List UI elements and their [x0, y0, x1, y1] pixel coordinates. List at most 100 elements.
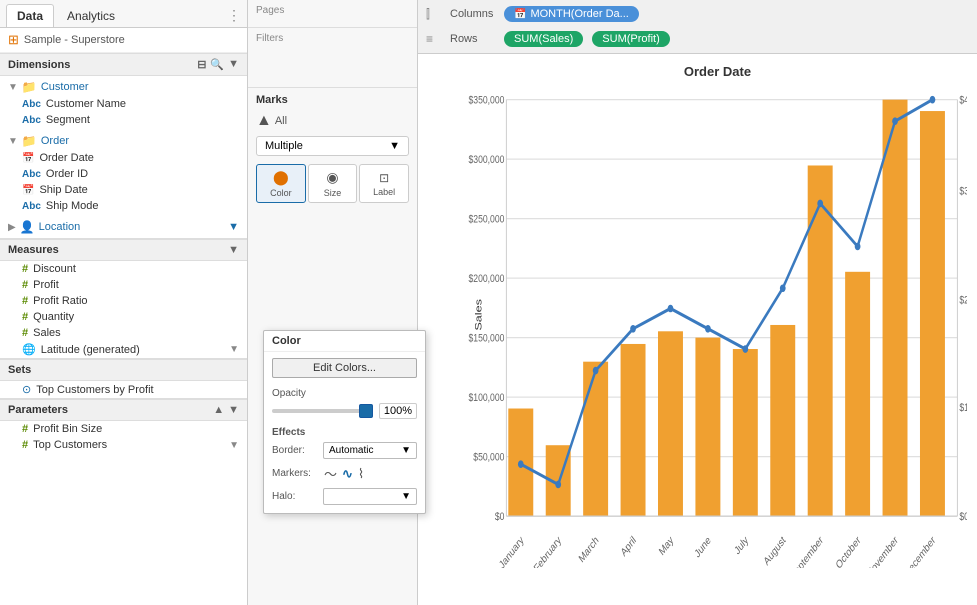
measures-section: Measures ▼ # Discount # Profit # Profit … — [0, 238, 247, 358]
field-customer-name[interactable]: Abc Customer Name — [0, 96, 247, 112]
color-label: Color — [270, 188, 292, 198]
bar-sep — [808, 165, 833, 516]
svg-text:December: December — [903, 534, 938, 568]
folder-icon: 👤 — [20, 220, 35, 234]
field-label: Profit Bin Size — [33, 423, 102, 435]
marks-dropdown[interactable]: Multiple ▼ — [256, 136, 409, 156]
chevron-right-icon: ▶ — [8, 222, 16, 233]
field-ship-date[interactable]: 📅 Ship Date — [0, 182, 247, 198]
left-panel: Data Analytics ⋮ ⊞ Sample - Superstore D… — [0, 0, 248, 605]
scroll-down-icon2: ▼ — [229, 440, 239, 451]
dimensions-list-icon[interactable]: ⊟ — [197, 58, 206, 71]
edit-colors-button[interactable]: Edit Colors... — [272, 358, 417, 378]
dimensions-header: Dimensions ⊟ 🔍 ▼ — [0, 53, 247, 76]
columns-pill[interactable]: 📅 MONTH(Order Da... — [504, 6, 639, 22]
marker-line-icon[interactable]: 〜 — [323, 463, 338, 484]
abc-icon: Abc — [22, 169, 41, 180]
rows-pill-profit[interactable]: SUM(Profit) — [592, 31, 669, 47]
halo-dropdown[interactable]: ▼ — [323, 488, 417, 505]
filters-label: Filters — [256, 33, 409, 44]
scroll-arrow-icon: ▼ — [228, 221, 239, 233]
chart-title: Order Date — [468, 64, 967, 79]
border-dropdown[interactable]: Automatic ▼ — [323, 442, 417, 459]
field-order-id[interactable]: Abc Order ID — [0, 166, 247, 182]
bar-jun — [695, 338, 720, 516]
slider-thumb[interactable] — [359, 404, 373, 418]
set-icon: ⊙ — [22, 383, 31, 396]
field-profit-bin-size[interactable]: # Profit Bin Size — [0, 421, 247, 437]
order-group-header[interactable]: ▼ 📁 Order — [0, 132, 247, 150]
datasource-icon: ⊞ — [8, 32, 19, 48]
rows-pill-sales-label: SUM(Sales) — [514, 33, 573, 45]
halo-dropdown-arrow: ▼ — [401, 491, 411, 502]
columns-label: Columns — [450, 8, 498, 20]
globe-icon: 🌐 — [22, 343, 36, 356]
field-label: Ship Mode — [46, 200, 99, 212]
marker-jump-icon[interactable]: ⌇ — [357, 465, 365, 483]
dropdown-arrow-icon: ▼ — [389, 140, 400, 152]
line-dot-jun — [705, 325, 711, 333]
field-quantity[interactable]: # Quantity — [0, 309, 247, 325]
label-button[interactable]: ⊡ Label — [359, 164, 409, 203]
field-order-date[interactable]: 📅 Order Date — [0, 150, 247, 166]
line-dot-aug — [780, 284, 786, 292]
svg-text:$100,000: $100,000 — [468, 392, 504, 404]
location-group-header[interactable]: ▶ 👤 Location ▼ — [0, 218, 247, 236]
opacity-slider[interactable] — [272, 409, 373, 413]
field-latitude[interactable]: 🌐 Latitude (generated) ▼ — [0, 341, 247, 358]
params-scroll-down-icon[interactable]: ▼ — [228, 404, 239, 416]
line-dot-mar — [593, 367, 599, 375]
size-icon: ◉ — [326, 169, 338, 186]
dimensions-scroll-icon[interactable]: ▼ — [228, 58, 239, 71]
marks-label: Marks — [256, 94, 288, 106]
marks-dropdown-value: Multiple — [265, 140, 303, 152]
marks-buttons: ⬤ Color ◉ Size ⊡ Label — [256, 164, 409, 203]
halo-label: Halo: — [272, 491, 317, 502]
size-button[interactable]: ◉ Size — [308, 164, 358, 203]
label-label: Label — [373, 187, 395, 197]
field-profit[interactable]: # Profit — [0, 277, 247, 293]
measures-scroll-icon[interactable]: ▼ — [228, 244, 239, 256]
measures-label: Measures — [8, 244, 59, 256]
params-scroll-up-icon[interactable]: ▲ — [213, 404, 224, 416]
halo-row: Halo: ▼ — [272, 488, 417, 505]
marker-step-icon[interactable]: ∿ — [341, 465, 354, 483]
field-segment[interactable]: Abc Segment — [0, 112, 247, 128]
field-sales[interactable]: # Sales — [0, 325, 247, 341]
bar-aug — [770, 325, 795, 516]
marks-subtitle: ▲ All — [256, 112, 409, 130]
panel-options-icon[interactable]: ⋮ — [227, 7, 241, 24]
rows-shelf: ≡ Rows SUM(Sales) SUM(Profit) — [426, 28, 969, 50]
rows-pill-sales[interactable]: SUM(Sales) — [504, 31, 583, 47]
field-label: Top Customers — [33, 439, 107, 451]
hash-icon: # — [22, 311, 28, 323]
bar-mar — [583, 362, 608, 516]
dimensions-search-icon[interactable]: 🔍 — [210, 58, 224, 71]
calendar-icon: 📅 — [22, 185, 34, 196]
color-button[interactable]: ⬤ Color — [256, 164, 306, 203]
edit-colors-label: Edit Colors... — [313, 362, 376, 374]
opacity-label: Opacity — [272, 388, 417, 399]
svg-text:Sales: Sales — [474, 299, 484, 331]
rows-icon: ≡ — [426, 32, 444, 46]
tab-analytics[interactable]: Analytics — [56, 4, 126, 27]
field-discount[interactable]: # Discount — [0, 261, 247, 277]
folder-icon: 📁 — [22, 134, 37, 148]
border-value: Automatic — [329, 445, 373, 456]
field-label: Customer Name — [46, 98, 126, 110]
bar-jul — [733, 349, 758, 516]
svg-text:$250,000: $250,000 — [468, 213, 504, 225]
field-profit-ratio[interactable]: # Profit Ratio — [0, 293, 247, 309]
field-top-customers-param[interactable]: # Top Customers ▼ — [0, 437, 247, 453]
field-label: Order Date — [39, 152, 93, 164]
field-ship-mode[interactable]: Abc Ship Mode — [0, 198, 247, 214]
chart-area: Order Date $0 $50,000 $100,000 $1 — [418, 54, 977, 605]
tab-data[interactable]: Data — [6, 4, 54, 27]
datasource-row: ⊞ Sample - Superstore — [0, 28, 247, 53]
size-label: Size — [324, 188, 342, 198]
customer-group-header[interactable]: ▼ 📁 Customer — [0, 78, 247, 96]
folder-icon: 📁 — [22, 80, 37, 94]
svg-text:$20,000: $20,000 — [959, 294, 967, 306]
field-top-customers[interactable]: ⊙ Top Customers by Profit — [0, 381, 247, 398]
field-label: Latitude (generated) — [41, 344, 140, 356]
